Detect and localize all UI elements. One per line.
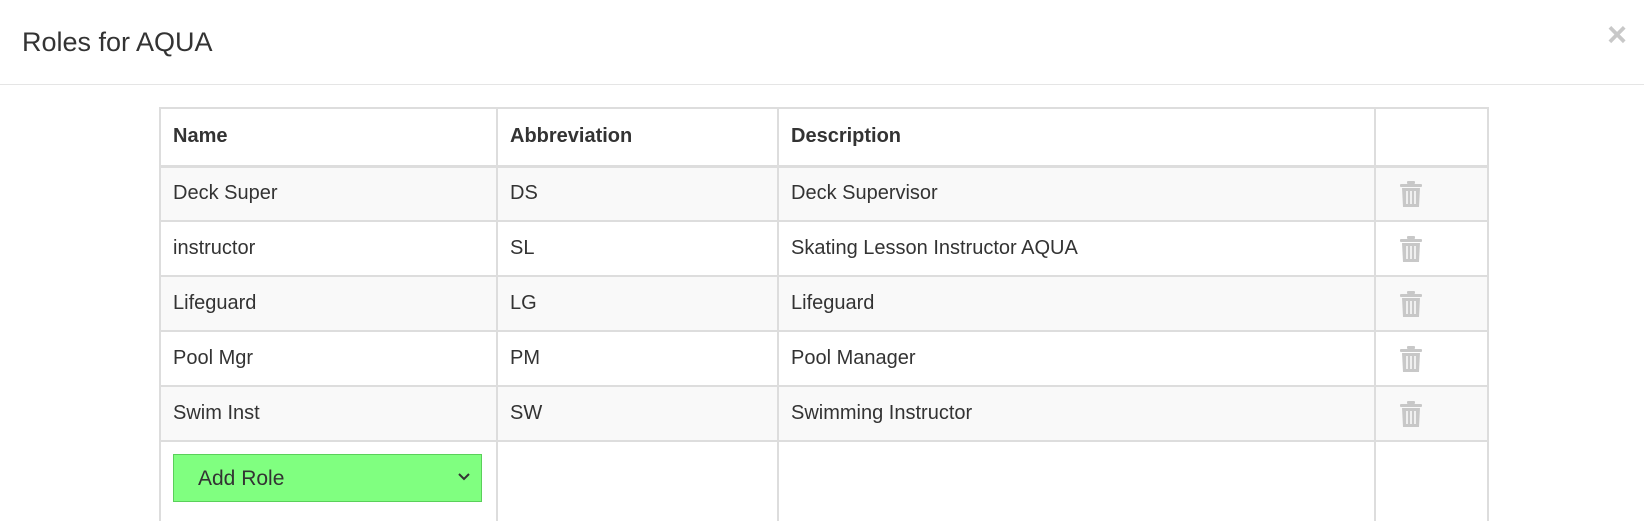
table-row: Lifeguard LG Lifeguard [159,275,1489,332]
trash-icon[interactable] [1400,290,1422,323]
role-name-cell: Deck Super [159,165,498,222]
table-row: instructor SL Skating Lesson Instructor … [159,220,1489,277]
role-actions-cell [1374,275,1489,332]
trash-icon[interactable] [1400,345,1422,378]
role-name-cell: Swim Inst [159,385,498,442]
empty-cell [1374,440,1489,521]
role-actions-cell [1374,330,1489,387]
modal-title: Roles for AQUA [22,27,213,57]
roles-table-container: Name Abbreviation Description Deck Super… [159,107,1489,521]
table-row: Pool Mgr PM Pool Manager [159,330,1489,387]
add-role-row: Add Role [159,440,1489,521]
role-name-cell: instructor [159,220,498,277]
role-actions-cell [1374,385,1489,442]
table-row: Deck Super DS Deck Supervisor [159,165,1489,222]
column-header-abbreviation: Abbreviation [496,107,779,168]
roles-table: Name Abbreviation Description Deck Super… [159,107,1489,521]
role-name-cell: Pool Mgr [159,330,498,387]
role-description-cell: Pool Manager [777,330,1376,387]
trash-icon[interactable] [1400,180,1422,213]
column-header-name: Name [159,107,498,168]
role-abbreviation-cell: DS [496,165,779,222]
trash-icon[interactable] [1400,235,1422,268]
add-role-select[interactable]: Add Role [173,454,482,502]
role-abbreviation-cell: SW [496,385,779,442]
role-description-cell: Lifeguard [777,275,1376,332]
role-abbreviation-cell: LG [496,275,779,332]
role-description-cell: Deck Supervisor [777,165,1376,222]
empty-cell [777,440,1376,521]
column-header-description: Description [777,107,1376,168]
role-description-cell: Skating Lesson Instructor AQUA [777,220,1376,277]
column-header-actions [1374,107,1489,168]
table-header-row: Name Abbreviation Description [159,107,1489,168]
empty-cell [496,440,779,521]
role-name-cell: Lifeguard [159,275,498,332]
close-icon[interactable]: × [1600,18,1634,52]
roles-modal: Roles for AQUA × Name Abbreviation Descr… [0,0,1644,521]
role-abbreviation-cell: PM [496,330,779,387]
add-role-select-wrapper: Add Role [173,454,482,502]
trash-icon[interactable] [1400,400,1422,433]
table-row: Swim Inst SW Swimming Instructor [159,385,1489,442]
role-abbreviation-cell: SL [496,220,779,277]
role-actions-cell [1374,165,1489,222]
role-description-cell: Swimming Instructor [777,385,1376,442]
modal-header: Roles for AQUA × [0,0,1644,85]
add-role-cell: Add Role [159,440,498,521]
role-actions-cell [1374,220,1489,277]
